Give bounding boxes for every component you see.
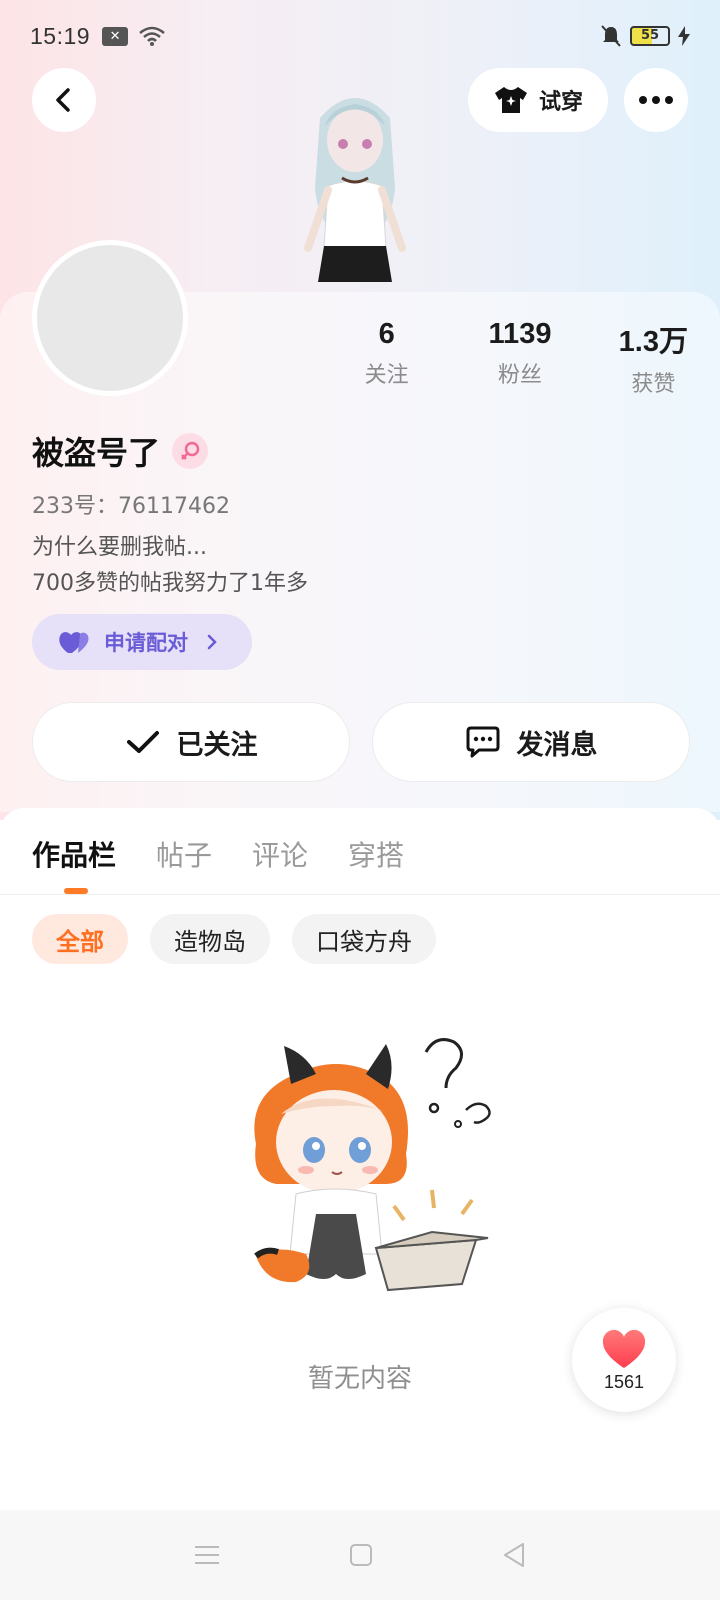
followed-button[interactable]: 已关注 [32,702,350,782]
chip-pocket-ark[interactable]: 口袋方舟 [292,914,436,964]
chevron-left-icon [56,88,70,112]
stat-followers-label: 粉丝 [497,363,542,388]
charging-icon [678,26,690,46]
empty-state-illustration [254,1038,491,1292]
tab-divider [0,894,720,895]
tab-posts[interactable]: 帖子 [156,834,212,874]
more-dots-icon [639,96,673,104]
stat-followers-count: 1139 [488,318,552,350]
stat-following[interactable]: 6 关注 [320,318,453,398]
stat-likes-label: 获赞 [631,372,676,397]
bio-line-2: 700多赞的帖我努力了1年多 [32,571,308,596]
menu-icon[interactable] [193,1543,221,1567]
profile-name: 被盗号了 [32,434,161,472]
check-icon [126,731,159,753]
chat-bubble-icon [466,726,499,758]
tab-outfits[interactable]: 穿搭 [348,834,404,874]
tab-works[interactable]: 作品栏 [32,834,116,874]
chip-creation-island[interactable]: 造物岛 [150,914,270,964]
filter-chips: 全部 造物岛 口袋方舟 [32,914,436,964]
battery-indicator: 55 [630,26,670,46]
user-id: 233号：76117462 [32,494,230,519]
stat-likes-count: 1.3万 [618,326,688,358]
content-tabs: 作品栏 帖子 评论 穿搭 [32,834,404,874]
chip-all[interactable]: 全部 [32,914,128,964]
try-on-button[interactable]: 试穿 [468,68,608,132]
send-message-button[interactable]: 发消息 [372,702,690,782]
send-message-label: 发消息 [516,729,598,761]
tab-comments[interactable]: 评论 [252,834,308,874]
like-count: 1561 [603,1371,645,1392]
double-heart-icon [59,632,89,653]
followed-label: 已关注 [176,729,258,761]
wifi-icon [139,26,165,46]
notification-icon: ✕ [102,26,129,46]
status-time: 15:19 [30,22,91,49]
stat-following-label: 关注 [364,363,409,388]
avatar[interactable] [32,240,188,396]
back-button[interactable] [32,68,96,132]
profile-stats: 6 关注 1139 粉丝 1.3万 获赞 [320,318,720,398]
avatar-3d-figure[interactable] [280,78,430,292]
heart-icon [602,1329,646,1368]
stat-followers[interactable]: 1139 粉丝 [453,318,586,398]
try-on-label: 试穿 [538,90,583,115]
profile-bio: 为什么要删我帖... 700多赞的帖我努力了1年多 [32,530,308,602]
apply-match-button[interactable]: 申请配对 [32,614,252,670]
more-button[interactable] [624,68,688,132]
mute-bell-icon [601,25,621,47]
tshirt-icon [494,87,527,113]
stat-likes[interactable]: 1.3万 获赞 [587,318,720,398]
chevron-right-icon [207,634,217,650]
name-row: 被盗号了 [32,428,209,474]
home-square-icon[interactable] [348,1542,374,1568]
female-gender-icon [172,433,209,469]
back-triangle-icon[interactable] [501,1541,527,1569]
stat-following-count: 6 [378,318,395,350]
bio-line-1: 为什么要删我帖... [32,535,207,560]
status-bar: 15:19 ✕ 55 [0,0,720,72]
like-floating-button[interactable]: 1561 [572,1308,676,1412]
apply-match-label: 申请配对 [104,631,188,655]
system-nav-bar [0,1510,720,1600]
